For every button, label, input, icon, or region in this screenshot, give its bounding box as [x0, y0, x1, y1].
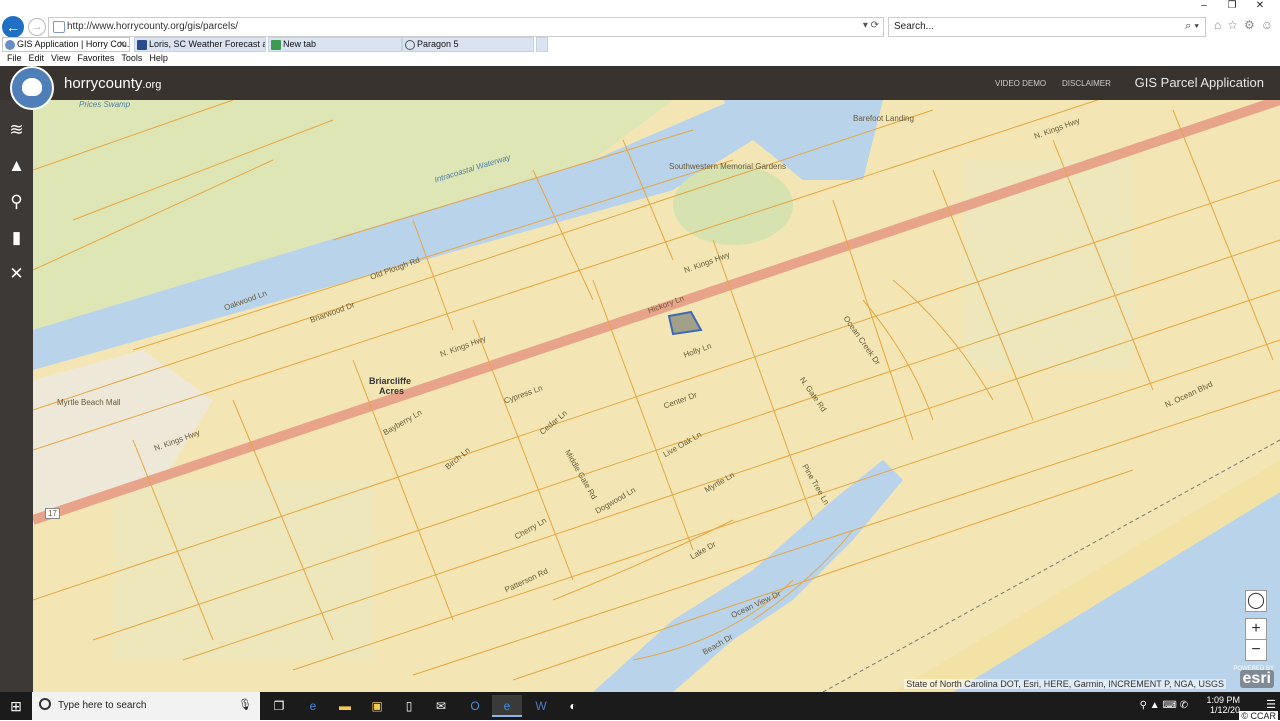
internet-explorer-icon[interactable]: e: [492, 695, 522, 717]
mail-icon[interactable]: ✉: [426, 695, 456, 717]
esri-logo[interactable]: esri: [1239, 670, 1274, 688]
disclaimer-link[interactable]: DISCLAIMER: [1062, 79, 1111, 88]
edge-icon[interactable]: e: [298, 695, 328, 717]
video-demo-link[interactable]: VIDEO DEMO: [995, 79, 1046, 88]
zoom-out-button[interactable]: −: [1245, 639, 1267, 661]
task-view-icon[interactable]: ❐: [264, 695, 294, 717]
label-memorial-gardens: Southwestern Memorial Gardens: [669, 162, 786, 171]
layers-icon[interactable]: ≋: [0, 112, 33, 148]
search-icon[interactable]: ⌕ ▾: [1185, 20, 1199, 33]
map-attribution: State of North Carolina DOT, Esri, HERE,…: [904, 679, 1226, 689]
new-tab-button[interactable]: [536, 37, 548, 52]
forward-button[interactable]: →: [28, 18, 46, 36]
close-tab-icon[interactable]: ✕: [118, 38, 126, 51]
label-acres: Acres: [379, 386, 405, 396]
map-canvas[interactable]: [33, 100, 1280, 692]
back-button[interactable]: ←: [2, 16, 24, 38]
document-icon[interactable]: ▯: [394, 695, 424, 717]
site-name: horrycounty.org: [64, 75, 161, 92]
menu-tools[interactable]: Tools: [121, 53, 142, 63]
site-name-tld: .org: [142, 79, 162, 91]
notifications-icon[interactable]: ☰: [1266, 698, 1276, 711]
tab-label: Paragon 5: [417, 39, 459, 49]
tab-label: Loris, SC Weather Forecast and...: [149, 39, 265, 49]
tab-new-tab[interactable]: New tab: [268, 37, 402, 52]
menu-edit[interactable]: Edit: [29, 53, 45, 63]
close-window-button[interactable]: ✕: [1246, 0, 1274, 11]
minimize-button[interactable]: –: [1190, 0, 1218, 11]
tools-icon[interactable]: ✕: [0, 256, 33, 292]
taskbar-search-box[interactable]: Type here to search 🎙: [32, 692, 260, 720]
page-icon: [53, 21, 65, 33]
tab-row: GIS Application | Horry Cou... ✕ Loris, S…: [0, 37, 1280, 52]
ie-tab-icon: [5, 40, 15, 50]
tab-paragon[interactable]: Paragon 5: [402, 37, 534, 52]
tool-sidebar: ≋ ▲ ⚲ ▮ ✕: [0, 100, 33, 692]
address-bar[interactable]: http://www.horrycounty.org/gis/parcels/ …: [48, 17, 884, 37]
search-icon: [39, 698, 51, 710]
basemap-icon[interactable]: ▲: [0, 148, 33, 184]
site-name-main: horrycounty: [64, 75, 143, 92]
navigation-row: ← → http://www.horrycounty.org/gis/parce…: [0, 14, 1280, 38]
paragon-tab-icon: [405, 40, 415, 50]
menu-bar: File Edit View Favorites Tools Help: [0, 53, 168, 66]
browser-chrome: – ❐ ✕ ← → http://www.horrycounty.org/gis/p…: [0, 0, 1280, 66]
menu-help[interactable]: Help: [149, 53, 168, 63]
clock-date: 1/12/20: [1209, 705, 1240, 715]
route-17-shield: 17: [45, 508, 60, 519]
tree-icon: [22, 78, 42, 96]
window-controls: – ❐ ✕: [1190, 0, 1280, 14]
tab-gis-application[interactable]: GIS Application | Horry Cou... ✕: [2, 37, 130, 52]
outlook-icon[interactable]: O: [460, 695, 490, 717]
white-point-swash: [593, 460, 903, 692]
label-briarcliffe: Briarcliffe: [369, 376, 412, 386]
browser-search-placeholder: Search...: [894, 21, 935, 32]
tab-loris-weather[interactable]: Loris, SC Weather Forecast and...: [134, 37, 266, 52]
bookmark-icon[interactable]: ▮: [0, 220, 33, 256]
browser-toolbar-icons[interactable]: ⌂☆⚙☺: [1214, 18, 1279, 32]
windows-taskbar: ⊞ Type here to search 🎙 ❐ e ▬ ▣ ▯ ✉ O e …: [0, 692, 1280, 720]
parcel-map[interactable]: Prices Swamp Intracoastal Waterway N. Ki…: [33, 100, 1280, 692]
system-tray-icons[interactable]: ⚲ ▲ ⌨ ✆: [1140, 700, 1188, 711]
locate-button[interactable]: ◯: [1245, 590, 1267, 612]
tab-label: New tab: [283, 39, 317, 49]
browser-search-box[interactable]: Search... ⌕ ▾: [888, 17, 1206, 37]
app-icon[interactable]: ◐: [558, 695, 588, 717]
store-icon[interactable]: ▣: [362, 695, 392, 717]
word-icon[interactable]: W: [526, 695, 556, 717]
menu-file[interactable]: File: [7, 53, 22, 63]
wetland-area: [113, 480, 373, 660]
file-explorer-icon[interactable]: ▬: [330, 695, 360, 717]
restore-button[interactable]: ❐: [1218, 0, 1246, 11]
label-prices-swamp: Prices Swamp: [79, 100, 131, 109]
clock[interactable]: 1:09 PM 1/12/20: [1206, 695, 1240, 715]
label-myrtle-beach-mall: Myrtle Beach Mall: [57, 398, 121, 407]
app-title: GIS Parcel Application: [1134, 75, 1264, 90]
clock-time: 1:09 PM: [1206, 695, 1240, 705]
app-header: horrycounty.org VIDEO DEMO DISCLAIMER GI…: [0, 66, 1280, 110]
menu-favorites[interactable]: Favorites: [77, 53, 114, 63]
zoom-in-button[interactable]: +: [1245, 618, 1267, 640]
tab-label: GIS Application | Horry Cou...: [17, 39, 130, 49]
microphone-icon[interactable]: 🎙: [238, 698, 252, 711]
url-text: http://www.horrycounty.org/gis/parcels/: [67, 21, 238, 32]
windows-start-icon[interactable]: ⊞: [0, 692, 32, 720]
refresh-icon[interactable]: ▾ ⟳: [863, 20, 879, 31]
edge-tab-icon: [271, 40, 281, 50]
label-barefoot-landing: Barefoot Landing: [853, 114, 914, 123]
menu-view[interactable]: View: [51, 53, 70, 63]
search-icon[interactable]: ⚲: [0, 184, 33, 220]
horry-county-logo[interactable]: [10, 66, 54, 110]
taskbar-search-placeholder: Type here to search: [58, 700, 147, 711]
weather-tab-icon: [137, 40, 147, 50]
selected-parcel[interactable]: [667, 310, 703, 336]
